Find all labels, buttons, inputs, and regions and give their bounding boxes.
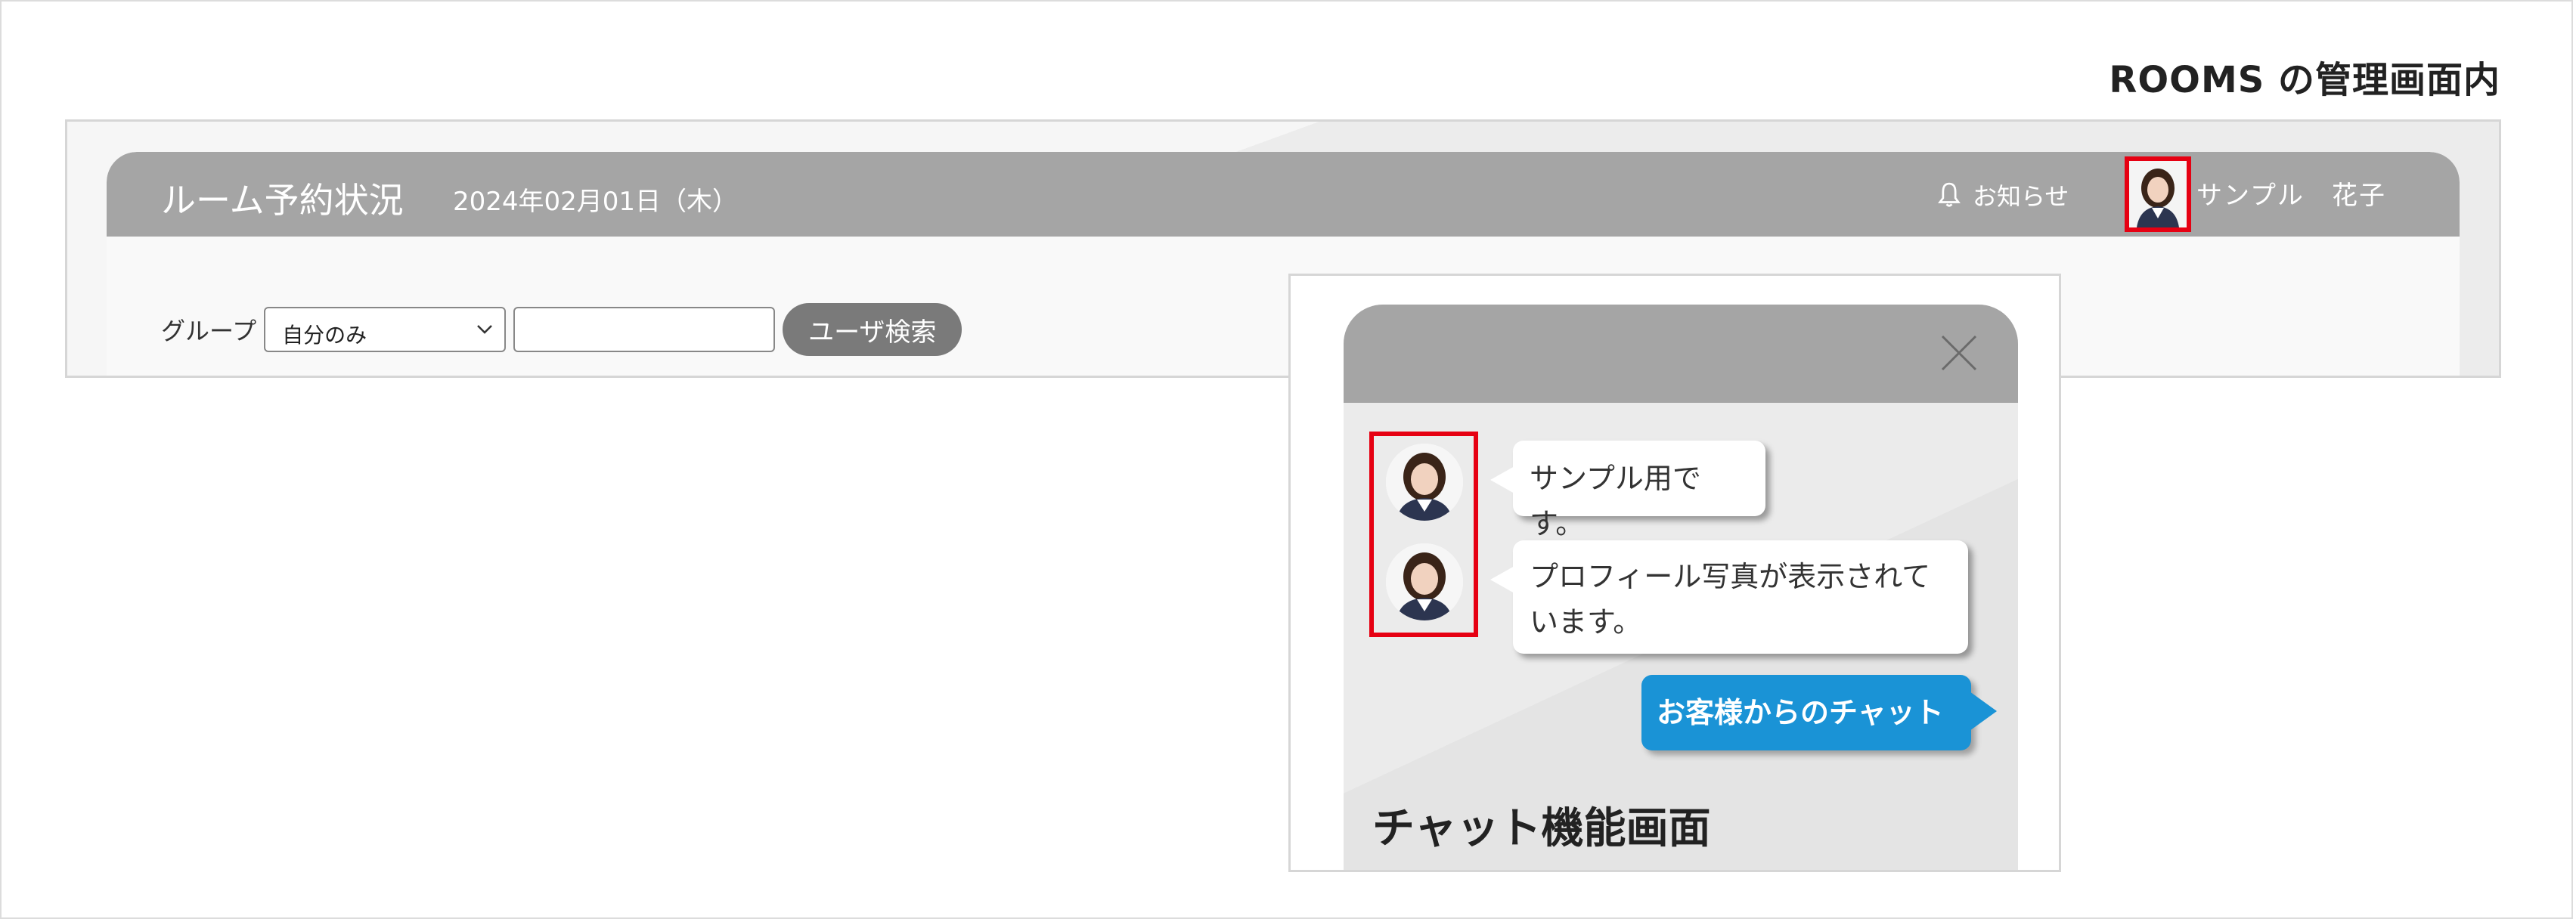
admin-screen: ルーム予約状況 2024年02月01日（木） お知らせ サンプル 花子 グループ…: [65, 119, 2501, 378]
avatar: [2129, 161, 2187, 227]
outgoing-message: お客様からのチャット: [1641, 675, 1997, 750]
user-search-input[interactable]: [513, 307, 776, 352]
bell-icon: [1938, 182, 1961, 207]
group-select[interactable]: 自分のみ: [264, 307, 507, 352]
group-label: グループ: [161, 317, 257, 345]
chat-header: [1344, 305, 2018, 403]
notice-label: お知らせ: [1973, 182, 2069, 211]
user-name: サンプル 花子: [2196, 181, 2386, 211]
notice-link[interactable]: お知らせ: [1936, 178, 2069, 212]
user-avatar[interactable]: [2125, 156, 2191, 232]
chevron-down-icon: [477, 325, 492, 334]
user-search-button[interactable]: ユーザ検索: [783, 303, 963, 356]
page-caption: ROOMS の管理画面内: [2109, 59, 2500, 101]
incoming-message: プロフィール写真が表示されて います。: [1490, 540, 1968, 654]
profile-photo-highlight: [1369, 432, 1478, 637]
current-date: 2024年02月01日（木）: [453, 187, 739, 217]
incoming-message: サンプル用です。: [1490, 441, 1765, 540]
admin-header: ルーム予約状況 2024年02月01日（木） お知らせ サンプル 花子: [107, 152, 2460, 237]
close-icon[interactable]: [1939, 333, 1979, 373]
avatar: [1386, 543, 1463, 620]
chat-screen: サンプル用です。 プロフィール写真が表示されて います。 お客様からのチャット …: [1288, 274, 2061, 872]
group-filter-row: グループ 自分のみ ユーザ検索: [161, 303, 963, 356]
avatar: [1386, 444, 1463, 521]
page-title: ルーム予約状況: [161, 180, 404, 221]
chat-caption: チャット機能画面: [1372, 804, 1711, 853]
chat-window: サンプル用です。 プロフィール写真が表示されて います。 お客様からのチャット …: [1344, 305, 2018, 870]
admin-panel: ルーム予約状況 2024年02月01日（木） お知らせ サンプル 花子 グループ…: [107, 152, 2460, 376]
group-selected-value: 自分のみ: [282, 323, 367, 348]
